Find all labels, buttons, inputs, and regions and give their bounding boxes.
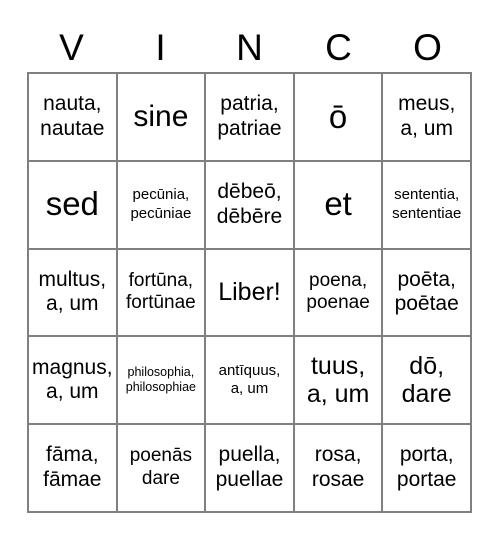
bingo-cell-label: Liber! [218, 278, 281, 307]
bingo-cell-label: sententia, sententiae [392, 186, 462, 222]
bingo-cell[interactable]: meus, a, um [383, 74, 472, 162]
bingo-cell[interactable]: fortūna, fortūnae [117, 249, 207, 338]
bingo-cell[interactable]: dēbeō, dēbēre [206, 161, 295, 250]
bingo-cell-label: sed [45, 185, 99, 223]
bingo-cell-label: multus, a, um [38, 267, 107, 316]
bingo-cell-label: meus, a, um [398, 92, 456, 140]
bingo-cell-label: pecūnia, pecūniae [130, 186, 192, 222]
bingo-cell-label: poēta, poētae [394, 267, 459, 316]
bingo-cell[interactable]: multus, a, um [29, 249, 118, 338]
bingo-cell[interactable]: nauta, nautae [29, 74, 118, 162]
bingo-cell-label: poenās dare [129, 445, 193, 490]
bingo-cell-label: dēbeō, dēbēre [216, 179, 283, 228]
bingo-cell[interactable]: fāma, fāmae [29, 425, 118, 513]
bingo-cell[interactable]: dō, dare [383, 337, 472, 426]
bingo-cell[interactable]: et [294, 161, 384, 250]
bingo-cell[interactable]: porta, portae [383, 425, 472, 513]
header-letter-3: N [236, 26, 263, 68]
bingo-cell[interactable]: pecūnia, pecūniae [117, 161, 207, 250]
bingo-cell-label: et [324, 185, 352, 223]
bingo-header-row: V I N C O [27, 22, 472, 72]
bingo-grid: nauta, nautae sine patria, patriae ō meu… [27, 72, 472, 513]
header-letter-5: O [413, 26, 442, 68]
bingo-cell[interactable]: magnus, a, um [29, 337, 118, 426]
bingo-cell-label: magnus, a, um [32, 355, 113, 404]
bingo-cell[interactable]: Liber! [206, 249, 295, 338]
header-letter-4: C [325, 26, 352, 68]
bingo-cell-label: tuus, a, um [306, 351, 370, 409]
bingo-cell[interactable]: patria, patriae [206, 74, 295, 162]
bingo-cell[interactable]: ō [294, 74, 384, 162]
bingo-card: V I N C O nauta, nautae sine patria, pat… [0, 0, 500, 544]
header-letter-2: I [155, 26, 166, 68]
bingo-cell-label: fāma, fāmae [43, 443, 102, 492]
bingo-cell[interactable]: sententia, sententiae [383, 161, 472, 250]
bingo-cell-label: nauta, nautae [40, 92, 105, 140]
bingo-cell[interactable]: rosa, rosae [294, 425, 384, 513]
bingo-cell-label: dō, dare [401, 351, 452, 409]
bingo-cell[interactable]: poēta, poētae [383, 249, 472, 338]
bingo-cell[interactable]: tuus, a, um [294, 337, 384, 426]
bingo-cell[interactable]: antīquus, a, um [206, 337, 295, 426]
bingo-cell-label: poena, poenae [306, 269, 370, 314]
header-letter-1: V [59, 26, 84, 68]
bingo-cell[interactable]: poena, poenae [294, 249, 384, 338]
bingo-cell-label: antīquus, a, um [218, 361, 281, 398]
bingo-cell-label: philosophia, philosophiae [125, 364, 196, 395]
bingo-cell-label: sine [133, 100, 189, 134]
bingo-cell[interactable]: sine [117, 74, 207, 162]
bingo-cell-label: patria, patriae [217, 92, 282, 140]
bingo-cell[interactable]: philosophia, philosophiae [117, 337, 207, 426]
bingo-cell-label: fortūna, fortūnae [126, 269, 196, 314]
bingo-cell-label: puella, puellae [215, 443, 284, 492]
bingo-cell[interactable]: sed [29, 161, 118, 250]
bingo-cell-label: porta, portae [396, 443, 457, 492]
bingo-cell[interactable]: puella, puellae [206, 425, 295, 513]
bingo-cell[interactable]: poenās dare [117, 425, 207, 513]
bingo-cell-label: ō [328, 97, 348, 135]
bingo-cell-label: rosa, rosae [311, 443, 365, 492]
